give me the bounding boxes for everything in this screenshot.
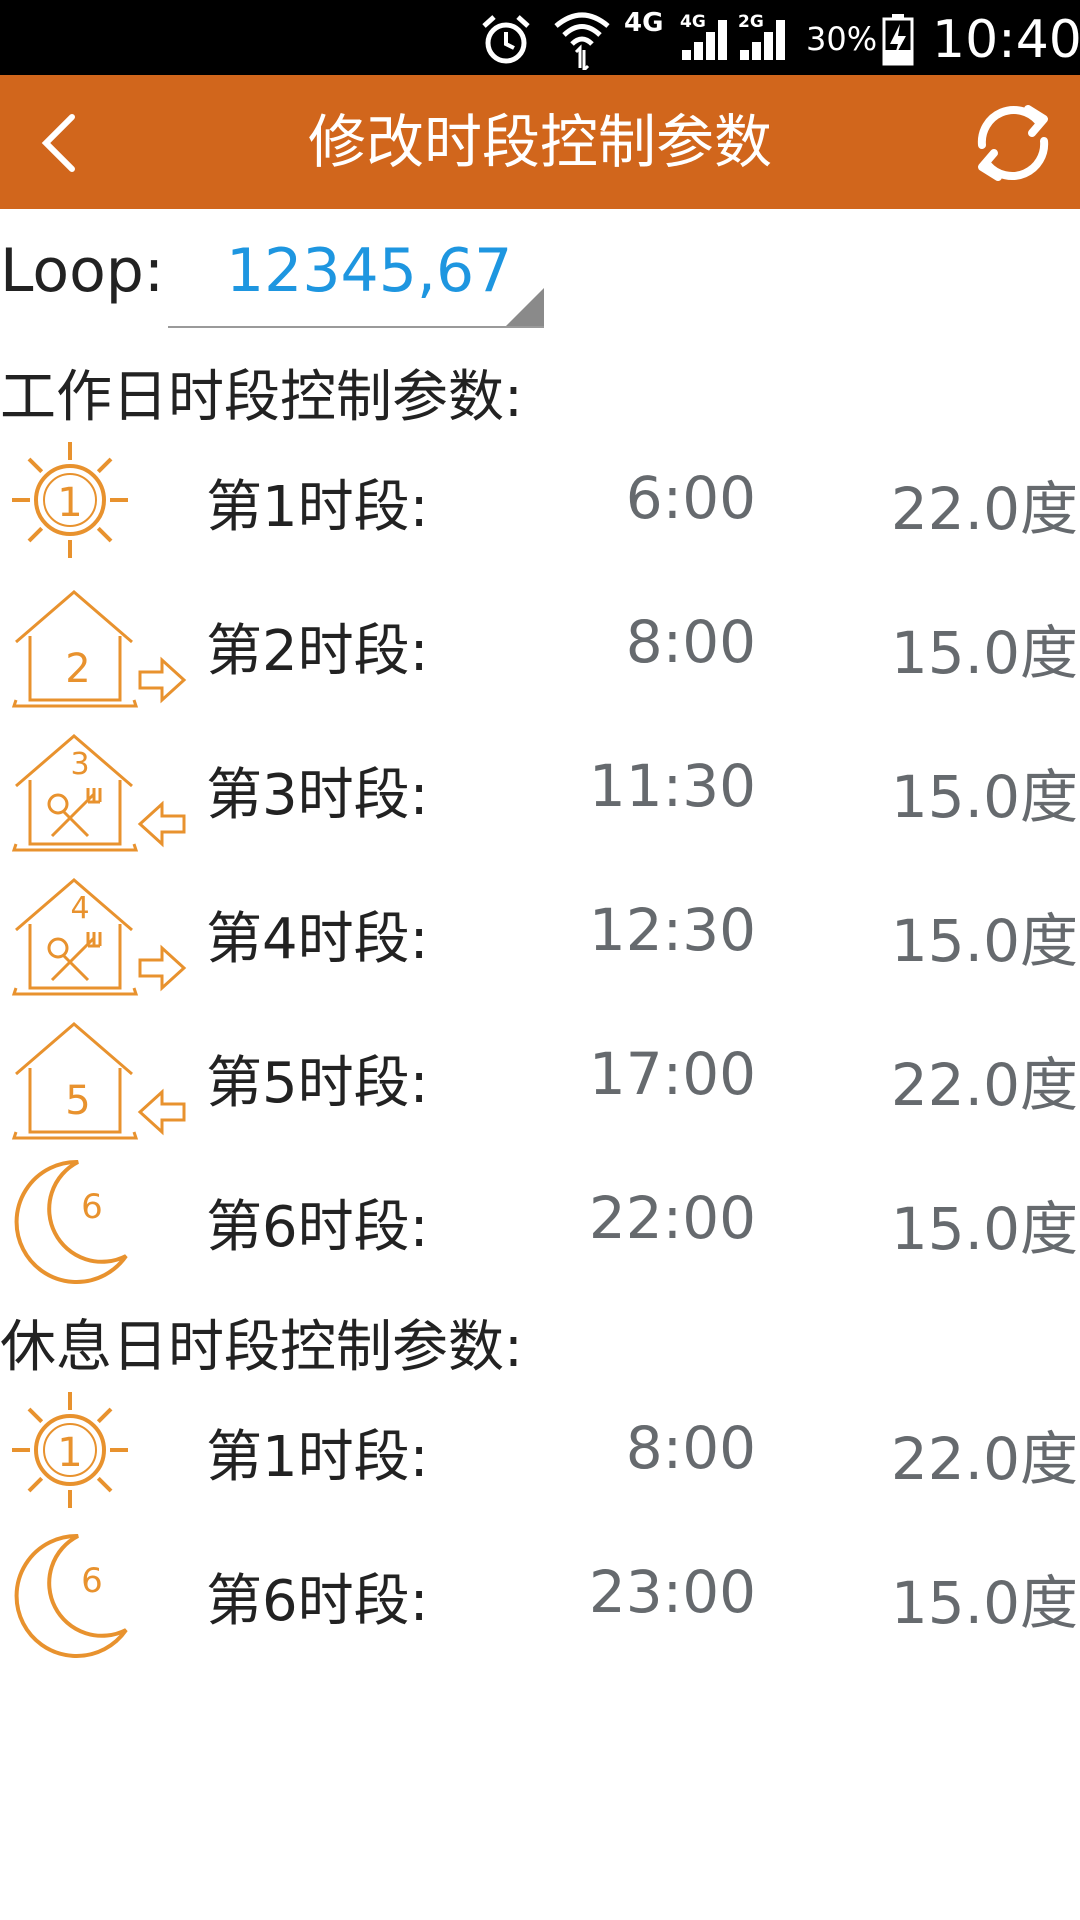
period-temperature[interactable]: 15.0度 (800, 750, 1078, 834)
sun-icon: 1 (8, 436, 188, 564)
house-dining-out-icon: 4 (8, 868, 188, 996)
battery-percent: 30% (806, 20, 878, 58)
svg-text:6: 6 (81, 1561, 103, 1601)
loop-label: Loop: (0, 236, 165, 306)
period-row[interactable]: 6 第6时段: 23:00 15.0度 (0, 1526, 1080, 1662)
period-row[interactable]: 5 第5时段: 17:00 22.0度 (0, 1008, 1080, 1144)
loop-dropdown[interactable]: 12345,67 (168, 236, 544, 328)
period-temperature[interactable]: 15.0度 (800, 1556, 1078, 1640)
period-time[interactable]: 6:00 (560, 464, 756, 532)
period-time[interactable]: 23:00 (560, 1558, 756, 1626)
moon-icon: 6 (8, 1156, 188, 1284)
period-temperature[interactable]: 22.0度 (800, 462, 1078, 546)
refresh-icon (977, 105, 1049, 181)
moon-icon: 6 (8, 1530, 188, 1658)
status-bar: 4G 4G 2G 30% 10:40 (0, 0, 1080, 75)
period-row[interactable]: 2 第2时段: 8:00 15.0度 (0, 576, 1080, 712)
dropdown-caret-icon (506, 288, 544, 326)
svg-text:6: 6 (81, 1187, 103, 1227)
period-row[interactable]: 1 第1时段: 8:00 22.0度 (0, 1382, 1080, 1518)
period-temperature[interactable]: 15.0度 (800, 1182, 1078, 1266)
period-time[interactable]: 11:30 (560, 752, 756, 820)
period-row[interactable]: 3 第3时段: 11:30 15.0度 (0, 720, 1080, 856)
period-temperature[interactable]: 22.0度 (800, 1412, 1078, 1496)
svg-text:5: 5 (65, 1078, 90, 1124)
loop-value: 12345,67 (226, 236, 513, 306)
period-label: 第6时段: (206, 1195, 429, 1260)
svg-text:4: 4 (70, 891, 89, 926)
period-time[interactable]: 8:00 (560, 1414, 756, 1482)
period-time[interactable]: 8:00 (560, 608, 756, 676)
house-out-icon: 2 (8, 580, 188, 708)
period-temperature[interactable]: 15.0度 (800, 894, 1078, 978)
workday-section-title: 工作日时段控制参数: (0, 365, 523, 430)
wifi-icon (554, 12, 610, 70)
period-temperature[interactable]: 15.0度 (800, 606, 1078, 690)
clock: 10:40 (932, 10, 1080, 70)
battery-charging-icon (882, 14, 914, 66)
period-label: 第3时段: (206, 763, 429, 828)
signal-icon (740, 20, 785, 60)
period-label: 第6时段: (206, 1569, 429, 1634)
refresh-button[interactable] (958, 95, 1068, 191)
svg-text:1: 1 (57, 480, 82, 526)
sun-icon: 1 (8, 1386, 188, 1514)
chevron-left-icon (41, 114, 75, 172)
network-type: 4G (624, 8, 664, 38)
period-row[interactable]: 4 第4时段: 12:30 15.0度 (0, 864, 1080, 1000)
period-row[interactable]: 6 第6时段: 22:00 15.0度 (0, 1152, 1080, 1288)
house-dining-in-icon: 3 (8, 724, 188, 852)
period-label: 第4时段: (206, 907, 429, 972)
svg-text:1: 1 (57, 1430, 82, 1476)
house-in-icon: 5 (8, 1012, 188, 1140)
period-time[interactable]: 22:00 (560, 1184, 756, 1252)
period-row[interactable]: 1 第1时段: 6:00 22.0度 (0, 432, 1080, 568)
app-header: 修改时段控制参数 (0, 75, 1080, 209)
period-temperature[interactable]: 22.0度 (800, 1038, 1078, 1122)
svg-text:2: 2 (65, 646, 90, 692)
signal-icon (682, 20, 727, 60)
restday-section-title: 休息日时段控制参数: (0, 1315, 523, 1380)
period-label: 第2时段: (206, 619, 429, 684)
svg-text:3: 3 (70, 747, 89, 782)
period-label: 第1时段: (206, 475, 429, 540)
period-time[interactable]: 12:30 (560, 896, 756, 964)
period-label: 第5时段: (206, 1051, 429, 1116)
back-button[interactable] (12, 95, 108, 191)
alarm-icon (482, 15, 530, 64)
page-title: 修改时段控制参数 (307, 108, 772, 176)
period-time[interactable]: 17:00 (560, 1040, 756, 1108)
period-label: 第1时段: (206, 1425, 429, 1490)
